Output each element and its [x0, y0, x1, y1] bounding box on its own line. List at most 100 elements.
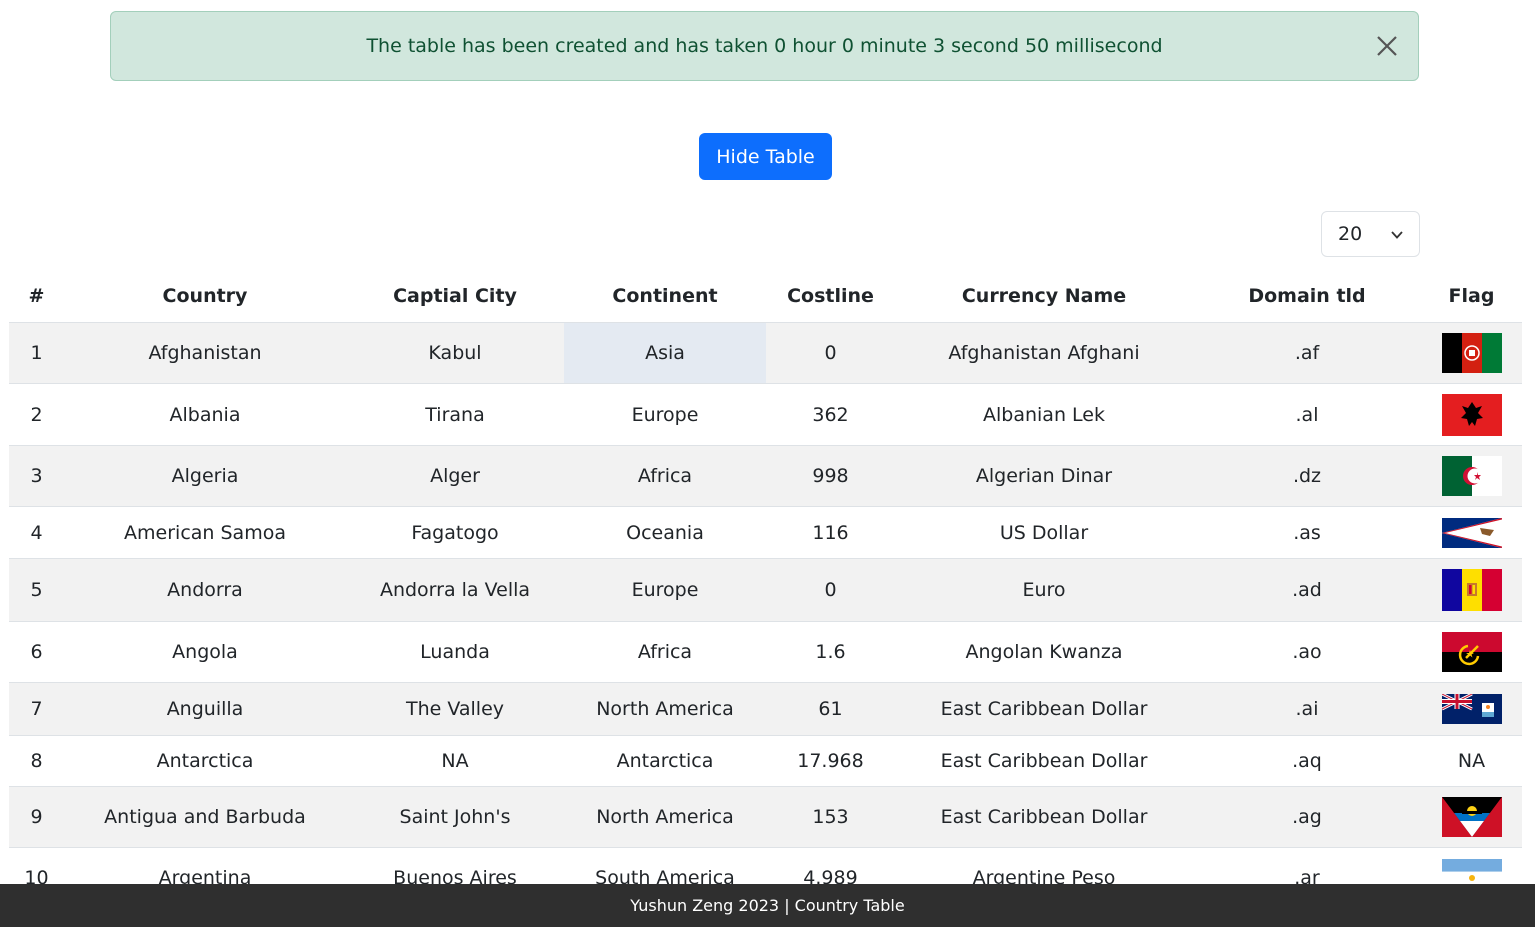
cell-continent: Africa — [564, 621, 766, 683]
cell-index: 5 — [9, 558, 64, 622]
table-row: 6 Angola Luanda Africa 1.6 Angolan Kwanz… — [9, 621, 1522, 683]
cell-flag — [1421, 847, 1522, 884]
alert-message: The table has been created and has taken… — [366, 35, 1163, 57]
cell-capital: Alger — [346, 445, 564, 507]
argentina-flag-icon — [1441, 859, 1502, 884]
table-row: 7 Anguilla The Valley North America 61 E… — [9, 682, 1522, 736]
table-header-row: # Country Captial City Continent Costlin… — [9, 270, 1522, 323]
page-size-select[interactable]: 20 — [1321, 211, 1420, 257]
table-row: 2 Albania Tirana Europe 362 Albanian Lek… — [9, 383, 1522, 446]
cell-country: Afghanistan — [64, 322, 346, 384]
cell-continent: Antarctica — [564, 735, 766, 787]
hide-table-button[interactable]: Hide Table — [699, 133, 832, 180]
cell-index: 1 — [9, 322, 64, 384]
cell-continent: North America — [564, 682, 766, 736]
header-domain[interactable]: Domain tld — [1193, 270, 1421, 323]
cell-currency: Angolan Kwanza — [895, 621, 1193, 683]
footer-text: Yushun Zeng 2023 | Country Table — [630, 896, 905, 915]
cell-capital: Tirana — [346, 383, 564, 446]
cell-costline: 998 — [766, 445, 895, 507]
cell-currency: Algerian Dinar — [895, 445, 1193, 507]
header-continent[interactable]: Continent — [564, 270, 766, 323]
cell-country: Antarctica — [64, 735, 346, 787]
cell-costline: 153 — [766, 786, 895, 848]
cell-costline: 17.968 — [766, 735, 895, 787]
cell-capital: Andorra la Vella — [346, 558, 564, 622]
cell-costline: 362 — [766, 383, 895, 446]
page-footer: Yushun Zeng 2023 | Country Table — [0, 884, 1535, 927]
cell-currency: Albanian Lek — [895, 383, 1193, 446]
cell-country: Albania — [64, 383, 346, 446]
table-row: 1 Afghanistan Kabul Asia 0 Afghanistan A… — [9, 322, 1522, 384]
page-size-value: 20 — [1338, 223, 1363, 245]
cell-costline: 0 — [766, 322, 895, 384]
table-row: 10 Argentina Buenos Aires South America … — [9, 847, 1522, 884]
cell-domain: .ao — [1193, 621, 1421, 683]
cell-index: 6 — [9, 621, 64, 683]
chevron-down-icon — [1391, 231, 1403, 239]
cell-domain: .ai — [1193, 682, 1421, 736]
table-row: 4 American Samoa Fagatogo Oceania 116 US… — [9, 506, 1522, 559]
cell-country: Andorra — [64, 558, 346, 622]
country-table-container[interactable]: # Country Captial City Continent Costlin… — [9, 270, 1522, 884]
cell-continent: South America — [564, 847, 766, 884]
cell-costline: 1.6 — [766, 621, 895, 683]
cell-capital: Luanda — [346, 621, 564, 683]
header-costline[interactable]: Costline — [766, 270, 895, 323]
header-country[interactable]: Country — [64, 270, 346, 323]
anguilla-flag-icon — [1441, 694, 1502, 724]
andorra-flag-icon — [1441, 569, 1502, 611]
cell-index: 8 — [9, 735, 64, 787]
cell-capital: The Valley — [346, 682, 564, 736]
cell-country: American Samoa — [64, 506, 346, 559]
header-index[interactable]: # — [9, 270, 64, 323]
cell-currency: Afghanistan Afghani — [895, 322, 1193, 384]
antigua-flag-icon — [1441, 797, 1502, 837]
cell-flag — [1421, 786, 1522, 848]
table-row: 3 Algeria Alger Africa 998 Algerian Dina… — [9, 445, 1522, 507]
header-capital[interactable]: Captial City — [346, 270, 564, 323]
cell-flag-text: NA — [1421, 735, 1522, 787]
cell-domain: .af — [1193, 322, 1421, 384]
cell-flag — [1421, 682, 1522, 736]
cell-continent: Africa — [564, 445, 766, 507]
table-row: 9 Antigua and Barbuda Saint John's North… — [9, 786, 1522, 848]
cell-flag — [1421, 558, 1522, 622]
cell-capital: Kabul — [346, 322, 564, 384]
algeria-flag-icon — [1441, 456, 1502, 496]
cell-flag — [1421, 322, 1522, 384]
cell-flag — [1421, 445, 1522, 507]
header-flag[interactable]: Flag — [1421, 270, 1522, 323]
cell-costline: 4.989 — [766, 847, 895, 884]
cell-index: 7 — [9, 682, 64, 736]
cell-country: Algeria — [64, 445, 346, 507]
header-currency[interactable]: Currency Name — [895, 270, 1193, 323]
success-alert: The table has been created and has taken… — [110, 11, 1419, 81]
cell-continent: Oceania — [564, 506, 766, 559]
cell-domain: .as — [1193, 506, 1421, 559]
cell-domain: .ad — [1193, 558, 1421, 622]
afghanistan-flag-icon — [1441, 333, 1502, 373]
country-table: # Country Captial City Continent Costlin… — [9, 270, 1522, 884]
cell-country: Anguilla — [64, 682, 346, 736]
cell-capital: Fagatogo — [346, 506, 564, 559]
cell-capital: NA — [346, 735, 564, 787]
cell-continent: Europe — [564, 558, 766, 622]
cell-continent: Asia — [564, 322, 766, 384]
close-icon[interactable] — [1374, 33, 1400, 59]
cell-country: Angola — [64, 621, 346, 683]
cell-flag — [1421, 506, 1522, 559]
cell-domain: .ag — [1193, 786, 1421, 848]
cell-domain: .al — [1193, 383, 1421, 446]
cell-index: 10 — [9, 847, 64, 884]
cell-capital: Saint John's — [346, 786, 564, 848]
cell-costline: 61 — [766, 682, 895, 736]
cell-currency: Argentine Peso — [895, 847, 1193, 884]
cell-costline: 116 — [766, 506, 895, 559]
cell-currency: East Caribbean Dollar — [895, 735, 1193, 787]
cell-index: 9 — [9, 786, 64, 848]
cell-currency: East Caribbean Dollar — [895, 786, 1193, 848]
cell-capital: Buenos Aires — [346, 847, 564, 884]
cell-domain: .ar — [1193, 847, 1421, 884]
cell-costline: 0 — [766, 558, 895, 622]
